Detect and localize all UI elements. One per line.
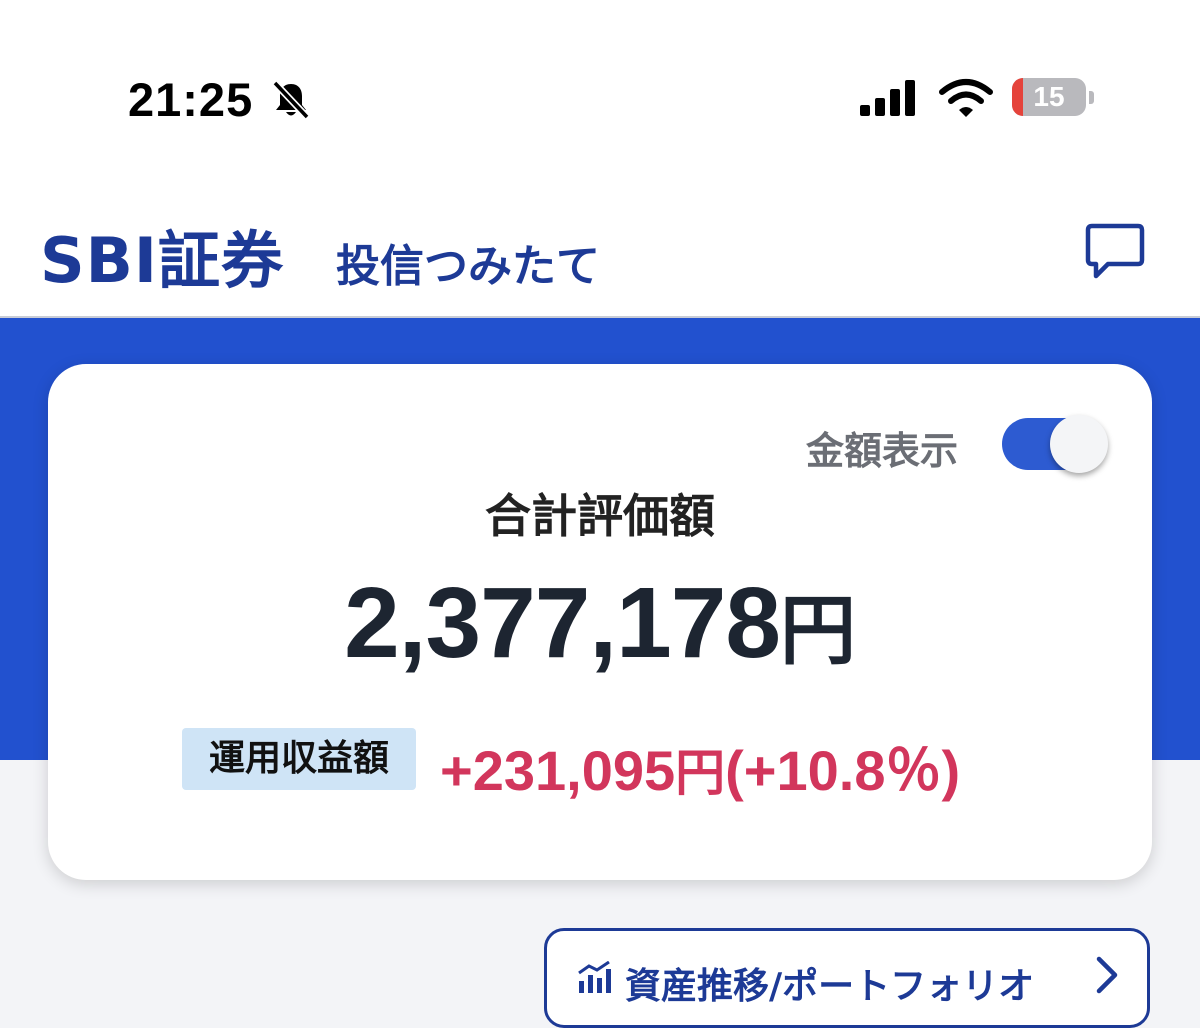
chat-bubble-icon[interactable] [1084,220,1146,282]
bell-slash-icon [272,80,310,120]
profit-label-badge: 運用収益額 [182,728,416,790]
amount-display-toggle[interactable] [1002,415,1108,473]
status-time: 21:25 [128,73,254,126]
total-valuation-label: 合計評価額 [485,489,715,543]
signal-icon [860,80,915,116]
profit-value: +231,095円(+10.8％) [440,726,960,807]
wifi-icon [939,79,993,117]
total-valuation-amount: 2,377,178円 [48,566,1152,681]
profit-amount: +231,095 [440,739,676,802]
profit-percent: (+10.8％) [725,739,961,802]
amount-display-label: 金額表示 [806,429,959,473]
chevron-right-icon [1096,956,1118,994]
battery-percent: 15 [1033,81,1065,112]
toggle-knob [1050,415,1108,473]
battery-icon: 15 [1012,78,1094,118]
status-bar: 21:25 15 [0,0,1200,190]
portfolio-button-label: 資産推移/ポートフォリオ [625,966,1035,1007]
total-amount-value: 2,377,178 [344,567,781,679]
summary-card: 金額表示 合計評価額 2,377,178円 運用収益額 +231,095円(+1… [48,364,1152,880]
portfolio-button[interactable]: 資産推移/ポートフォリオ [544,928,1150,1028]
chart-icon [578,961,611,993]
service-name: 投信つみたて [336,241,600,292]
total-amount-unit: 円 [779,586,856,675]
sbi-logo[interactable]: SBI証券 [40,210,284,300]
app-header: SBI証券 投信つみたて [0,190,1200,318]
profit-unit: 円 [675,744,726,802]
